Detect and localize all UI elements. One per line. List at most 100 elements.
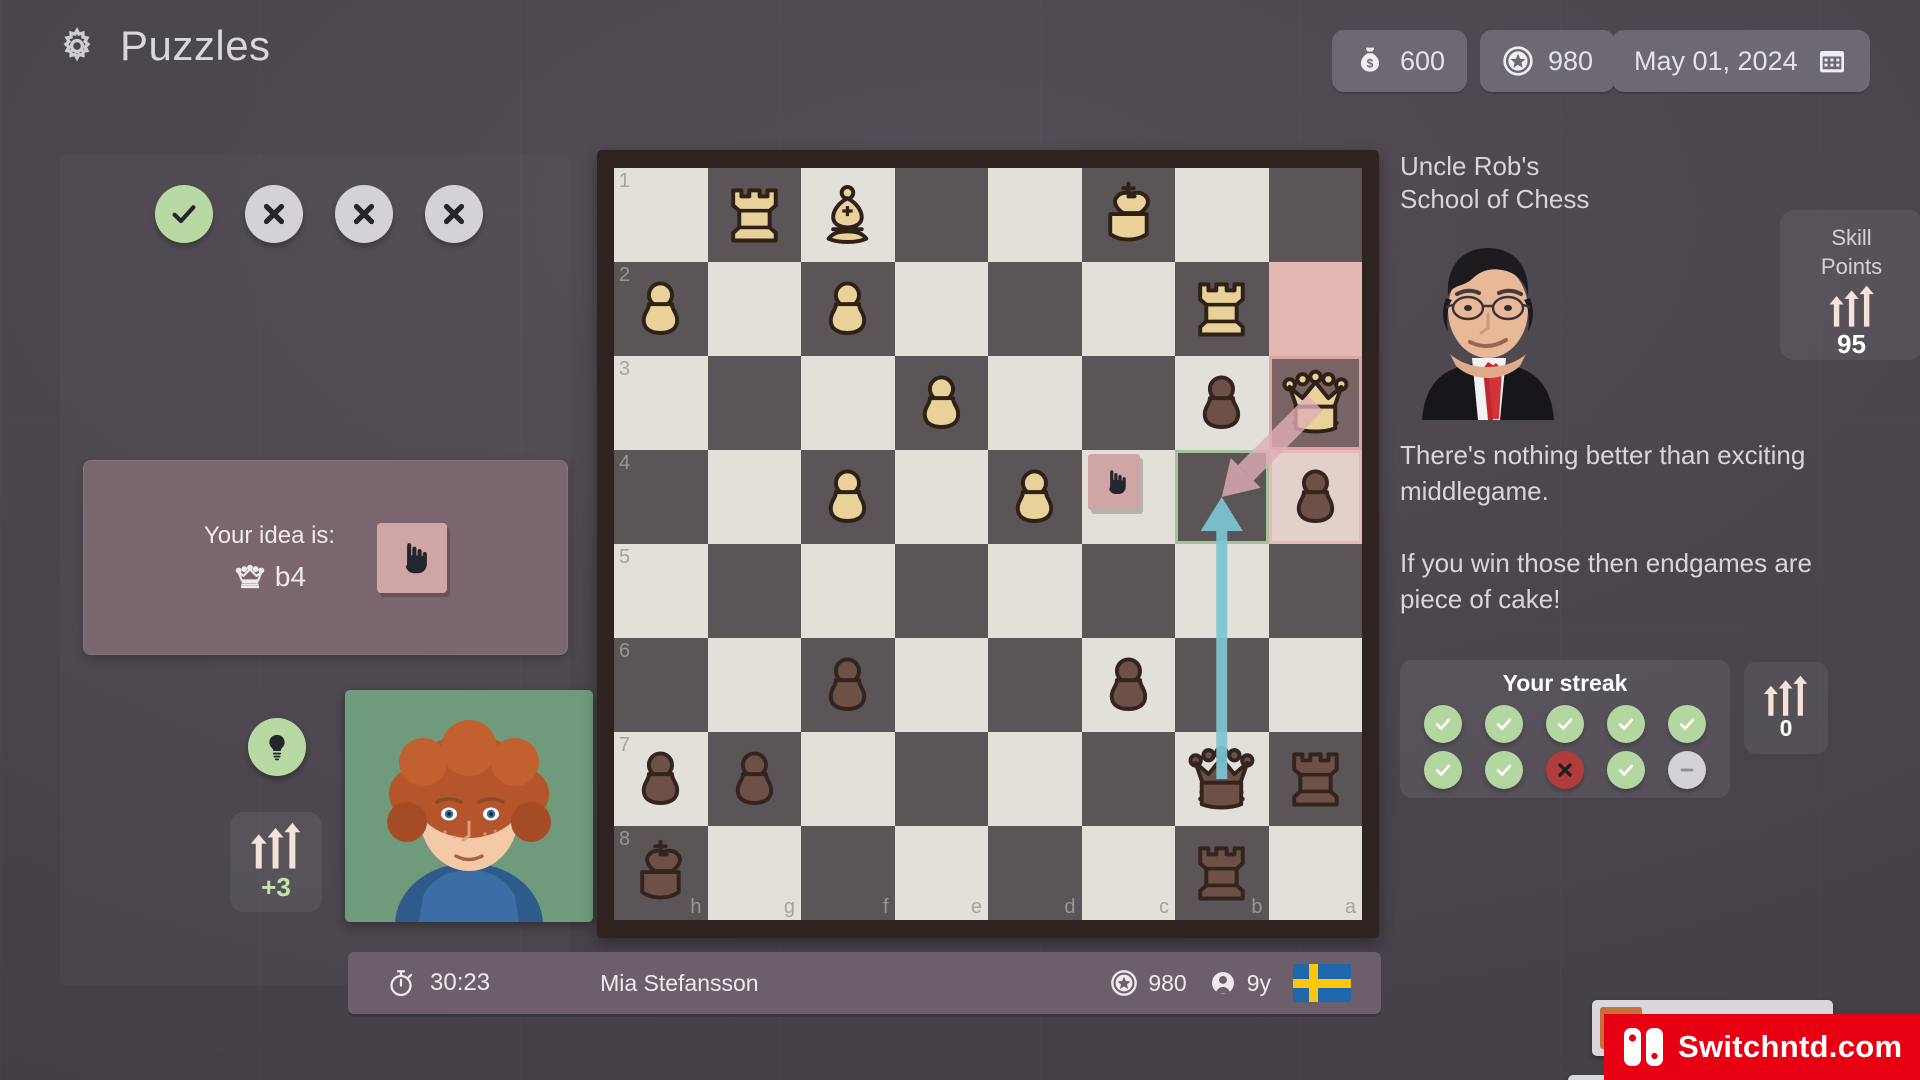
board-square-d5[interactable] [988,544,1082,638]
board-square-f1[interactable] [801,168,895,262]
board-square-c7[interactable] [1081,732,1175,826]
board-square-e6[interactable] [894,638,988,732]
streak-dot-3 [1545,705,1584,743]
check-icon [1618,718,1633,730]
board-square-e7[interactable] [894,732,988,826]
chess-board[interactable]: 1 2 3 4 5 6 7 8 h g f e d c b a [614,168,1362,920]
board-square-c3[interactable] [1081,356,1175,450]
board-square-h3[interactable]: 3 [614,356,708,450]
board-square-h1[interactable]: 1 [614,168,708,262]
board-square-h7[interactable]: 7 [614,732,708,826]
white-rook-icon[interactable] [1175,262,1269,356]
money-bag-icon: $ [1354,45,1386,77]
board-square-a7[interactable] [1268,732,1363,826]
rating-chip[interactable]: 980 [1480,30,1616,92]
white-pawn-icon[interactable] [801,262,895,356]
check-icon [1436,764,1451,776]
streak-card: Your streak [1400,660,1730,798]
dash-icon [1680,768,1693,772]
board-square-b2[interactable] [1175,262,1269,356]
board-square-c8[interactable]: c [1081,826,1175,920]
board-square-f4[interactable] [801,450,895,544]
board-square-e1[interactable] [894,168,988,262]
check-icon [1679,718,1694,730]
white-pawn-icon[interactable] [988,450,1082,544]
black-king-icon[interactable] [614,826,708,920]
board-square-a8[interactable]: a [1268,826,1362,920]
white-pawn-icon[interactable] [801,450,895,544]
board-square-d6[interactable] [988,638,1082,732]
board-square-b3[interactable] [1175,356,1269,450]
board-square-f7[interactable] [801,732,895,826]
idea-hand-tile[interactable] [377,522,448,593]
board-square-f3[interactable] [801,356,895,450]
board-square-e2[interactable] [894,262,988,356]
board-square-a5[interactable] [1268,544,1362,638]
white-bishop-icon[interactable] [801,168,895,262]
white-pawn-icon[interactable] [895,356,989,450]
board-square-d7[interactable] [988,732,1082,826]
white-pawn-icon[interactable] [614,262,708,356]
board-square-g6[interactable] [707,638,801,732]
svg-text:$: $ [1367,57,1374,71]
board-square-c1[interactable] [1081,168,1176,262]
board-square-d8[interactable]: d [988,826,1082,920]
board-square-d1[interactable] [988,168,1082,262]
streak-dot-1 [1424,705,1463,743]
board-square-g4[interactable] [707,450,801,544]
board-square-g7[interactable] [707,732,802,826]
black-rook-icon[interactable] [1269,732,1363,826]
black-pawn-icon[interactable] [614,732,708,826]
board-square-a4[interactable] [1268,450,1363,544]
board-square-f2[interactable] [801,262,895,356]
board-square-g5[interactable] [707,544,801,638]
board-square-e3[interactable] [894,356,989,450]
board-square-a2[interactable] [1268,262,1362,356]
board-square-b7[interactable] [1175,732,1269,826]
black-rook-icon[interactable] [1175,826,1269,920]
board-square-g1[interactable] [707,168,802,262]
board-square-b6[interactable] [1175,638,1269,732]
white-rook-icon[interactable] [708,168,802,262]
gear-icon[interactable] [56,25,98,67]
board-square-b8[interactable]: b [1175,826,1269,920]
board-square-g8[interactable]: g [707,826,801,920]
date-chip[interactable]: May 01, 2024 [1612,30,1870,92]
board-square-b5[interactable] [1175,544,1269,638]
board-square-h6[interactable]: 6 [614,638,708,732]
board-square-a6[interactable] [1268,638,1362,732]
white-king-icon[interactable] [1082,168,1176,262]
board-square-e4[interactable] [894,450,988,544]
board-square-d3[interactable] [988,356,1082,450]
board-square-h4[interactable]: 4 [614,450,708,544]
black-pawn-icon[interactable] [708,732,802,826]
board-square-d2[interactable] [988,262,1082,356]
black-pawn-icon[interactable] [801,638,895,732]
board-square-b4[interactable] [1175,450,1269,544]
board-square-h2[interactable]: 2 [614,262,708,356]
player-rating-value: 980 [1148,969,1187,996]
board-square-c2[interactable] [1081,262,1175,356]
board-square-a1[interactable] [1268,168,1362,262]
board-square-f6[interactable] [801,638,895,732]
board-square-b1[interactable] [1175,168,1269,262]
board-square-g3[interactable] [707,356,801,450]
board-square-c6[interactable] [1081,638,1176,732]
board-square-f5[interactable] [801,544,895,638]
board-square-a3[interactable] [1268,356,1363,450]
black-queen-icon[interactable] [1175,732,1269,826]
coins-chip[interactable]: $ 600 [1332,30,1468,92]
board-square-h5[interactable]: 5 [614,544,708,638]
board-square-e5[interactable] [894,544,988,638]
board-square-e8[interactable]: e [894,826,988,920]
black-pawn-icon[interactable] [1175,356,1269,450]
board-square-c5[interactable] [1081,544,1175,638]
board-square-f8[interactable]: f [801,826,895,920]
board-square-g2[interactable] [707,262,801,356]
hint-button[interactable] [248,718,306,776]
black-pawn-icon[interactable] [1269,450,1363,544]
board-square-d4[interactable] [988,450,1082,544]
white-queen-icon[interactable] [1269,356,1363,450]
black-pawn-icon[interactable] [1082,638,1176,732]
board-square-h8[interactable]: 8h [614,826,708,920]
